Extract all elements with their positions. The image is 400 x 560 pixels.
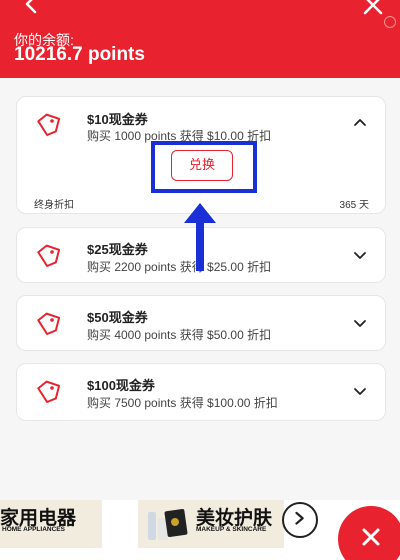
coupon-desc: 购买 4000 points 获得 $50.00 折扣 <box>87 328 272 342</box>
tag-icon <box>37 244 61 268</box>
promo-home-appliances[interactable]: 家用电器 HOME APPLIANCES <box>0 500 102 548</box>
days-label: 365 天 <box>339 200 369 211</box>
coupon-card-100[interactable]: $100现金券 购买 7500 points 获得 $100.00 折扣 <box>16 363 386 421</box>
coupon-list: $10现金券 购买 1000 points 获得 $10.00 折扣 兑换 终身… <box>0 78 400 500</box>
header: 你的余额: 10216.7 points <box>0 0 400 78</box>
banner-next-button[interactable] <box>282 502 318 538</box>
chevron-up-icon[interactable] <box>353 117 367 127</box>
tag-icon <box>37 312 61 336</box>
balance-value: 10216.7 points <box>14 44 145 65</box>
close-fab-button[interactable] <box>338 506 400 560</box>
chevron-down-icon[interactable] <box>353 250 367 260</box>
indicator-icon <box>384 16 396 28</box>
coupon-title: $25现金券 <box>87 242 148 257</box>
close-icon <box>362 528 380 546</box>
coupon-title: $100现金券 <box>87 378 155 393</box>
tag-icon <box>37 380 61 404</box>
tag-icon <box>37 113 61 137</box>
product-image <box>148 508 188 540</box>
coupon-card-50[interactable]: $50现金券 购买 4000 points 获得 $50.00 折扣 <box>16 295 386 351</box>
coupon-card-10[interactable]: $10现金券 购买 1000 points 获得 $10.00 折扣 兑换 终身… <box>16 96 386 214</box>
coupon-title: $10现金券 <box>87 112 148 127</box>
chevron-down-icon[interactable] <box>353 386 367 396</box>
coupon-title: $50现金券 <box>87 310 148 325</box>
back-icon[interactable] <box>22 0 42 14</box>
promo-subtitle: MAKEUP & SKINCARE <box>196 526 267 533</box>
promo-makeup[interactable]: 美妆护肤 MAKEUP & SKINCARE <box>138 500 284 548</box>
highlight-box <box>151 141 257 193</box>
coupon-desc: 购买 7500 points 获得 $100.00 折扣 <box>87 396 278 410</box>
chevron-down-icon[interactable] <box>353 318 367 328</box>
close-icon[interactable] <box>362 0 384 16</box>
promo-subtitle: HOME APPLIANCES <box>2 526 65 533</box>
validity-label: 终身折扣 <box>34 200 74 211</box>
arrow-up-icon <box>184 203 216 271</box>
coupon-desc: 购买 2200 points 获得 $25.00 折扣 <box>87 260 272 274</box>
chevron-right-icon <box>295 511 304 525</box>
